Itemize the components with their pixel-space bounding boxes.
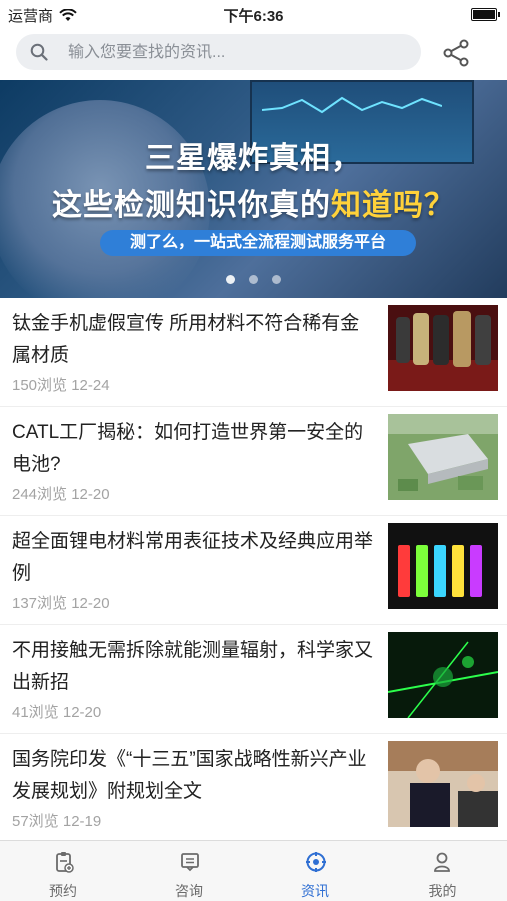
- news-meta: 244浏览 12-20: [12, 483, 110, 504]
- tab-profile[interactable]: 我的: [378, 841, 507, 901]
- tab-label: 预约: [49, 883, 77, 899]
- tab-label: 我的: [428, 883, 457, 899]
- search-box[interactable]: [16, 34, 421, 72]
- share-icon[interactable]: [441, 38, 471, 68]
- news-item[interactable]: 国务院印发《“十三五”国家战略性新兴产业发展规划》附规划全文 57浏览 12-1…: [0, 734, 507, 842]
- news-date: 12-20: [71, 595, 110, 612]
- message-icon: [181, 853, 199, 872]
- news-title: 国务院印发《“十三五”国家战略性新兴产业发展规划》附规划全文: [12, 749, 367, 802]
- carousel-indicator: [0, 275, 507, 284]
- news-meta: 137浏览 12-20: [12, 592, 110, 613]
- news-meta: 150浏览 12-24: [12, 374, 110, 395]
- news-item[interactable]: 钛金手机虚假宣传 所用材料不符合稀有金属材质 150浏览 12-24: [0, 298, 507, 407]
- search-input[interactable]: [66, 34, 410, 72]
- news-views: 137浏览: [12, 595, 68, 612]
- news-date: 12-20: [62, 704, 102, 721]
- status-bar: 运营商 下午6:36: [0, 0, 507, 28]
- battery-icon: [471, 8, 500, 21]
- news-date: 12-20: [71, 486, 110, 503]
- tab-label: 资讯: [301, 883, 329, 899]
- news-views: 57浏览: [12, 813, 59, 830]
- news-views: 150浏览: [12, 377, 68, 394]
- tab-consult[interactable]: 咨询: [126, 841, 252, 901]
- tab-label: 咨询: [175, 883, 203, 899]
- news-item[interactable]: 超全面锂电材料常用表征技术及经典应用举例 137浏览 12-20: [0, 516, 507, 625]
- carousel-dot[interactable]: [249, 275, 258, 284]
- tab-appointment[interactable]: 预约: [0, 841, 126, 901]
- search-icon: [30, 43, 48, 61]
- news-meta: 57浏览 12-19: [12, 810, 101, 831]
- waveform-graphic: [262, 96, 442, 114]
- news-thumbnail: [388, 523, 498, 609]
- news-title: CATL工厂揭秘：如何打造世界第一安全的电池?: [12, 422, 364, 475]
- news-views: 41浏览: [12, 704, 59, 721]
- banner-subheadline: 这些检测知识你真的知道吗？: [0, 180, 507, 224]
- news-item[interactable]: 不用接触无需拆除就能测量辐射，科学家又出新招 41浏览 12-20: [0, 625, 507, 734]
- news-date: 12-24: [71, 377, 110, 394]
- news-thumbnail: [388, 414, 498, 500]
- banner-slogan-pill: 测了么，一站式全流程测试服务平台: [100, 230, 416, 256]
- news-thumbnail: [388, 741, 498, 827]
- news-thumbnail: [388, 305, 498, 391]
- carousel-dot[interactable]: [272, 275, 281, 284]
- news-title: 超全面锂电材料常用表征技术及经典应用举例: [12, 531, 374, 584]
- carousel-dot[interactable]: [226, 275, 235, 284]
- banner-headline: 三星爆炸真相，: [145, 142, 362, 175]
- news-date: 12-19: [62, 813, 102, 830]
- banner-carousel[interactable]: 三星爆炸真相， 这些检测知识你真的知道吗？ 测了么，一站式全流程测试服务平台: [0, 80, 507, 298]
- clock: 下午6:36: [223, 8, 284, 25]
- news-item[interactable]: CATL工厂揭秘：如何打造世界第一安全的电池? 244浏览 12-20: [0, 407, 507, 516]
- bottom-tab-bar: 预约 咨询 资讯 我的: [0, 840, 507, 901]
- news-views: 244浏览: [12, 486, 68, 503]
- news-thumbnail: [388, 632, 498, 718]
- news-list: 钛金手机虚假宣传 所用材料不符合稀有金属材质 150浏览 12-24 CATL工…: [0, 298, 507, 842]
- clipboard-icon: [56, 852, 74, 873]
- banner-subheadline-text: 这些检测知识你真的: [52, 189, 331, 222]
- compass-icon: [306, 852, 326, 872]
- news-meta: 41浏览 12-20: [12, 701, 101, 722]
- news-title: 不用接触无需拆除就能测量辐射，科学家又出新招: [12, 640, 374, 693]
- tab-news[interactable]: 资讯: [252, 841, 378, 901]
- search-row: [0, 28, 507, 80]
- banner-highlight-text: 知道吗？: [331, 189, 455, 222]
- news-title: 钛金手机虚假宣传 所用材料不符合稀有金属材质: [12, 313, 360, 366]
- person-icon: [434, 852, 450, 872]
